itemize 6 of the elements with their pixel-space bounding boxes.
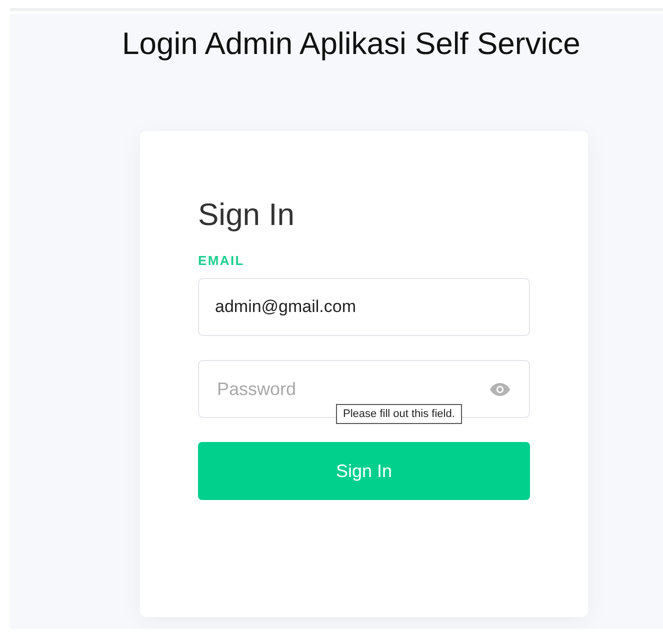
eye-icon[interactable]: [490, 383, 510, 396]
page-title: Login Admin Aplikasi Self Service: [122, 25, 582, 63]
form-heading: Sign In: [198, 196, 296, 234]
validation-tooltip: Please fill out this field.: [336, 404, 462, 424]
email-label: EMAIL: [198, 253, 246, 268]
email-field[interactable]: admin@gmail.com: [198, 278, 530, 336]
